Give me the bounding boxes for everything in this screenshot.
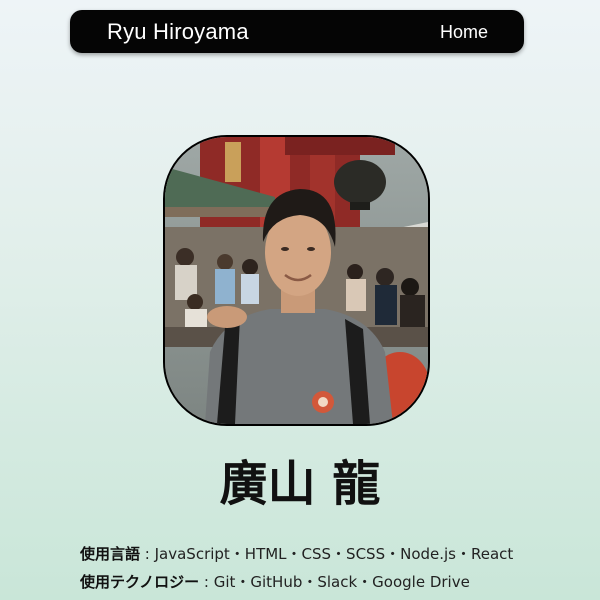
top-navbar: Ryu Hiroyama Home [70, 10, 524, 53]
skill-value-languages: JavaScript・HTML・CSS・SCSS・Node.js・React [154, 545, 514, 563]
nav-link-home[interactable]: Home [440, 22, 488, 42]
skill-row-languages: 使用言語 : JavaScript・HTML・CSS・SCSS・Node.js・… [80, 540, 580, 568]
profile-photo [163, 135, 430, 426]
skill-label-languages: 使用言語 [80, 545, 141, 563]
site-brand[interactable]: Ryu Hiroyama [107, 19, 249, 45]
skill-label-technologies: 使用テクノロジー [80, 573, 200, 591]
skill-separator: : [199, 573, 214, 591]
skill-row-technologies: 使用テクノロジー : Git・GitHub・Slack・Google Drive [80, 568, 580, 596]
skill-value-technologies: Git・GitHub・Slack・Google Drive [213, 573, 470, 591]
skill-separator: : [140, 545, 155, 563]
profile-name: 廣山 龍 [219, 456, 381, 512]
skills-section: 使用言語 : JavaScript・HTML・CSS・SCSS・Node.js・… [80, 540, 580, 596]
profile-photo-illustration [165, 137, 428, 424]
